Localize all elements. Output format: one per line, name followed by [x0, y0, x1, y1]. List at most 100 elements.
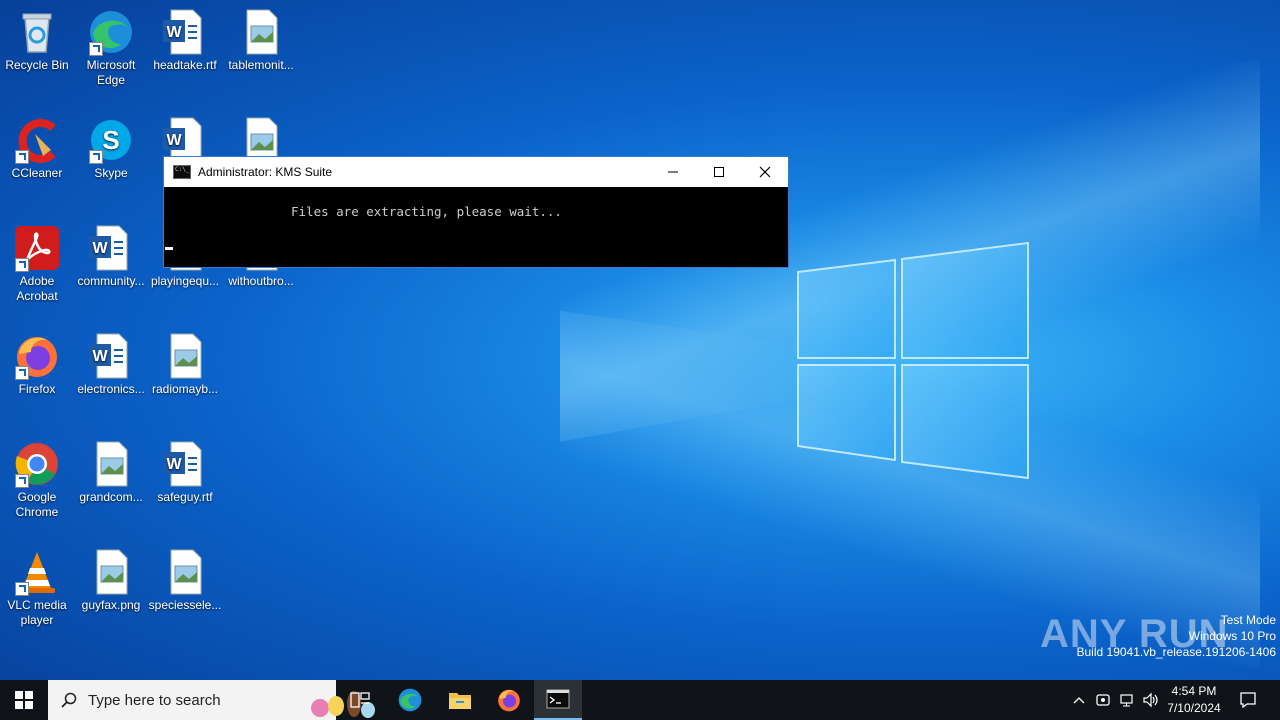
- show-hidden-icons-button[interactable]: [1068, 680, 1090, 720]
- desktop-icon-label: Skype: [94, 166, 128, 180]
- svg-text:W: W: [92, 348, 108, 365]
- desktop-icon-label: withoutbro...: [228, 274, 294, 288]
- test-mode-text: Test Mode: [1220, 613, 1276, 627]
- console-title: Administrator: KMS Suite: [198, 165, 333, 179]
- desktop-icon-label: CCleaner: [11, 166, 63, 180]
- clock-button[interactable]: 4:54 PM 7/10/2024: [1164, 680, 1224, 720]
- desktop-icon-acrobat[interactable]: Adobe Acrobat: [0, 224, 74, 304]
- desktop-icon-file[interactable]: speciessele...: [148, 548, 222, 613]
- network-button[interactable]: [1116, 680, 1138, 720]
- shortcut-arrow-icon: [89, 150, 103, 164]
- edge-icon: [398, 688, 422, 712]
- shortcut-arrow-icon: [15, 474, 29, 488]
- close-icon: [759, 166, 771, 178]
- shortcut-arrow-icon: [15, 582, 29, 596]
- shortcut-arrow-icon: [15, 258, 29, 272]
- svg-text:W: W: [92, 240, 108, 257]
- maximize-button[interactable]: [696, 157, 742, 187]
- image-file-icon: [96, 549, 128, 595]
- console-window[interactable]: Administrator: KMS Suite Files are extra…: [163, 156, 789, 268]
- desktop-icon-label: Google Chrome: [15, 490, 59, 519]
- tray-app-icon: [1096, 694, 1110, 706]
- clock: 4:54 PM 7/10/2024: [1167, 683, 1220, 717]
- taskbar-file-explorer[interactable]: [436, 680, 484, 720]
- desktop-icon-label: community...: [77, 274, 145, 288]
- desktop-icon-file[interactable]: guyfax.png: [74, 548, 148, 613]
- desktop-icon-label: electronics...: [77, 382, 145, 396]
- taskbar-cmd-active[interactable]: [534, 680, 582, 720]
- console-output[interactable]: Files are extracting, please wait...: [164, 187, 788, 267]
- svg-text:W: W: [166, 132, 182, 149]
- build-text: Build 19041.vb_release.191206-1406: [1076, 645, 1277, 659]
- cmd-icon: [546, 689, 570, 709]
- chevron-up-icon: [1073, 697, 1085, 704]
- desktop-icon-file[interactable]: W safeguy.rtf: [148, 440, 222, 505]
- desktop-icon-vlc[interactable]: VLC media player: [0, 548, 74, 628]
- svg-text:W: W: [166, 456, 182, 473]
- desktop-icon-recycle-bin[interactable]: Recycle Bin: [0, 8, 74, 73]
- os-watermark: Test Mode Windows 10 Pro Build 19041.vb_…: [1077, 612, 1277, 660]
- desktop-icon-file[interactable]: grandcom...: [74, 440, 148, 505]
- clock-date: 7/10/2024: [1167, 701, 1221, 715]
- recycle-bin-icon: [22, 13, 52, 53]
- desktop-icon-label: Adobe Acrobat: [16, 274, 58, 303]
- desktop-icon-file[interactable]: radiomayb...: [148, 332, 222, 397]
- desktop-icon-file[interactable]: W headtake.rtf: [148, 8, 222, 73]
- desktop-icon-label: safeguy.rtf: [157, 490, 213, 504]
- tray-app-button[interactable]: [1092, 680, 1114, 720]
- taskbar-firefox[interactable]: [485, 680, 533, 720]
- firefox-icon: [498, 689, 520, 712]
- taskbar-edge[interactable]: [386, 680, 434, 720]
- word-document-icon: W: [163, 9, 202, 55]
- shortcut-arrow-icon: [15, 366, 29, 380]
- desktop-icon-file[interactable]: W community...: [74, 224, 148, 289]
- console-titlebar[interactable]: Administrator: KMS Suite: [164, 157, 788, 187]
- maximize-icon: [714, 167, 724, 177]
- desktop-icon-label: Microsoft Edge: [86, 58, 136, 87]
- svg-text:S: S: [102, 125, 119, 155]
- image-file-icon: [170, 549, 202, 595]
- desktop-icon-firefox[interactable]: Firefox: [0, 332, 74, 397]
- desktop-icon-chrome[interactable]: Google Chrome: [0, 440, 74, 520]
- image-file-icon: [170, 333, 202, 379]
- desktop-icon-label: speciessele...: [148, 598, 222, 612]
- shortcut-arrow-icon: [89, 42, 103, 56]
- console-output-line: Files are extracting, please wait...: [291, 204, 562, 219]
- file-explorer-icon: [449, 693, 471, 709]
- taskbar-search-box[interactable]: Type here to search: [48, 680, 375, 720]
- volume-button[interactable]: [1140, 680, 1162, 720]
- start-icon: [15, 691, 33, 709]
- windows-logo: [797, 241, 1029, 480]
- cmd-icon: [173, 165, 191, 179]
- clock-time: 4:54 PM: [1171, 684, 1217, 698]
- volume-icon: [1143, 692, 1158, 708]
- desktop-icon-edge[interactable]: Microsoft Edge: [74, 8, 148, 88]
- minimize-icon: [668, 171, 678, 173]
- word-document-icon: W: [163, 441, 202, 487]
- start-button[interactable]: [0, 680, 48, 720]
- task-view-button[interactable]: [336, 680, 384, 720]
- word-document-icon: W: [89, 225, 128, 271]
- action-center-button[interactable]: [1226, 680, 1270, 720]
- desktop-icon-label: Firefox: [18, 382, 56, 396]
- desktop-icon-label: grandcom...: [79, 490, 143, 504]
- image-file-icon: [246, 9, 278, 55]
- desktop-icon-label: VLC media player: [7, 598, 67, 627]
- desktop-icon-ccleaner[interactable]: CCleaner: [0, 116, 74, 181]
- desktop-icon-skype[interactable]: S Skype: [74, 116, 148, 181]
- network-icon: [1120, 694, 1133, 707]
- minimize-button[interactable]: [650, 157, 696, 187]
- desktop-icon-file[interactable]: tablemonit...: [224, 8, 298, 73]
- desktop-icon-label: guyfax.png: [81, 598, 141, 612]
- task-view-icon: [350, 692, 370, 708]
- shortcut-arrow-icon: [15, 150, 29, 164]
- search-placeholder: Type here to search: [88, 691, 221, 709]
- close-button[interactable]: [742, 157, 788, 187]
- search-icon: [61, 692, 77, 708]
- svg-text:W: W: [166, 24, 182, 41]
- text-cursor: [165, 247, 173, 250]
- desktop-icon-file[interactable]: W electronics...: [74, 332, 148, 397]
- desktop: Recycle Bin Microsoft Edge W headtake.rt…: [0, 0, 1280, 680]
- desktop-icon-label: tablemonit...: [228, 58, 294, 72]
- desktop-icon-label: Recycle Bin: [5, 58, 69, 72]
